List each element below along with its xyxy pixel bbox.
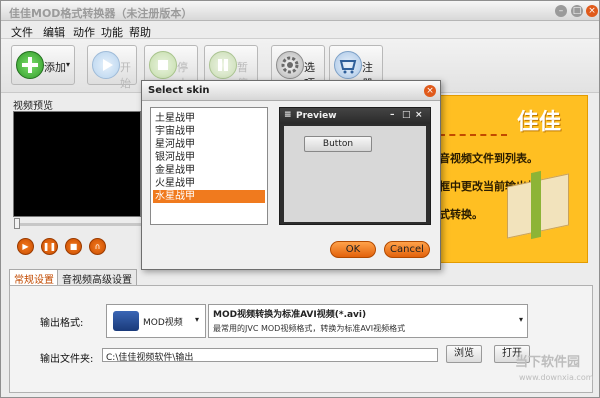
output-folder-input[interactable]: C:\佳佳视频软件\输出 bbox=[102, 348, 438, 363]
ad-line-3: 式转换。 bbox=[439, 208, 483, 221]
chevron-down-icon: ▾ bbox=[519, 315, 524, 324]
headphones-icon: ∩ bbox=[94, 242, 101, 251]
menu-edit[interactable]: 编辑 bbox=[43, 24, 65, 40]
output-folder-label: 输出文件夹: bbox=[40, 354, 94, 365]
skin-item-selected[interactable]: 水星战甲 bbox=[153, 190, 265, 203]
add-label: 添加 bbox=[44, 61, 66, 74]
start-button[interactable]: 开始 bbox=[87, 45, 137, 90]
video-preview-label: 视频预览 bbox=[13, 101, 53, 112]
menu-icon: ≡ bbox=[284, 110, 292, 120]
maximize-button[interactable]: □ bbox=[571, 5, 583, 17]
chevron-down-icon[interactable]: ▾ bbox=[66, 60, 70, 69]
play-button[interactable]: ▶ bbox=[17, 238, 34, 255]
stop-icon: ■ bbox=[69, 242, 78, 251]
tab-advanced[interactable]: 音视频高级设置 bbox=[57, 269, 137, 286]
dialog-title-bar: Select skin × bbox=[142, 81, 440, 101]
preview-title: Preview bbox=[296, 111, 337, 121]
video-preview bbox=[13, 111, 141, 217]
stop-playback-button[interactable]: ■ bbox=[65, 238, 82, 255]
format-desc-text: 最常用的JVC MOD视频格式，转换为标准AVI视频格式 bbox=[213, 324, 406, 333]
add-button[interactable]: 添加 ▾ bbox=[11, 45, 75, 85]
play-icon: ▶ bbox=[22, 242, 29, 251]
skin-item[interactable]: 土星战甲 bbox=[153, 112, 265, 125]
menu-action[interactable]: 动作 bbox=[73, 24, 95, 40]
ad-divider bbox=[439, 134, 507, 136]
dialog-title: Select skin bbox=[148, 85, 210, 96]
watermark-en: www.downxia.com bbox=[519, 373, 594, 382]
watermark: 当下软件园 www.downxia.com bbox=[495, 351, 595, 391]
minimize-icon: – bbox=[390, 110, 395, 120]
cancel-button[interactable]: Cancel bbox=[384, 241, 430, 258]
skin-item[interactable]: 金星战甲 bbox=[153, 164, 265, 177]
stop-icon bbox=[149, 51, 177, 79]
headphones-button[interactable]: ∩ bbox=[89, 238, 106, 255]
pause-button[interactable]: 暂停 bbox=[204, 45, 258, 90]
box-band bbox=[531, 170, 541, 240]
format-title: MOD视频转换为标准AVI视频(*.avi) bbox=[213, 310, 367, 320]
seek-slider[interactable] bbox=[15, 223, 141, 226]
close-button[interactable]: × bbox=[586, 5, 598, 17]
ad-panel: 佳佳 音视频文件到列表。 框中更改当前输出格式。 式转换。 bbox=[428, 95, 588, 263]
ad-line-1: 音视频文件到列表。 bbox=[439, 152, 538, 165]
menu-bar: 文件 编辑 动作 功能 帮助 bbox=[1, 21, 599, 39]
pause-icon bbox=[209, 51, 237, 79]
format-description[interactable]: MOD视频转换为标准AVI视频(*.avi) 最常用的JVC MOD视频格式，转… bbox=[208, 304, 528, 338]
preview-body: Button bbox=[284, 126, 426, 222]
skin-item[interactable]: 银河战甲 bbox=[153, 151, 265, 164]
format-selector[interactable]: MOD视频 ▾ bbox=[106, 304, 206, 338]
skin-list[interactable]: 土星战甲 宇宙战甲 星河战甲 银河战甲 金星战甲 火星战甲 水星战甲 bbox=[150, 107, 268, 225]
register-button[interactable]: 注册 bbox=[329, 45, 383, 90]
browse-button[interactable]: 浏览 bbox=[446, 345, 482, 363]
seek-slider-handle[interactable] bbox=[14, 218, 20, 229]
menu-file[interactable]: 文件 bbox=[11, 24, 33, 40]
skin-item[interactable]: 火星战甲 bbox=[153, 177, 265, 190]
cart-icon bbox=[334, 51, 362, 79]
skin-item[interactable]: 宇宙战甲 bbox=[153, 125, 265, 138]
format-name: MOD视频 bbox=[143, 318, 183, 328]
preview-sample-button: Button bbox=[304, 136, 372, 152]
window-title: 佳佳MOD格式转换器（未注册版本） bbox=[9, 7, 193, 20]
options-button[interactable]: 选项 bbox=[271, 45, 325, 90]
dialog-close-button[interactable]: × bbox=[424, 85, 436, 97]
start-label: 开始 bbox=[120, 61, 131, 90]
watermark-cn: 当下软件园 bbox=[515, 355, 581, 370]
tab-general[interactable]: 常规设置 bbox=[9, 269, 59, 286]
ad-brand: 佳佳 bbox=[517, 110, 562, 135]
camcorder-icon bbox=[113, 311, 139, 331]
close-icon: × bbox=[415, 110, 423, 120]
skin-preview: ≡ Preview – □ × Button bbox=[279, 107, 431, 225]
maximize-icon: □ bbox=[402, 110, 411, 120]
skin-item[interactable]: 星河战甲 bbox=[153, 138, 265, 151]
output-format-label: 输出格式: bbox=[40, 318, 84, 329]
stop-button[interactable]: 停止 bbox=[144, 45, 198, 90]
preview-title-bar: ≡ Preview – □ × bbox=[280, 108, 430, 124]
minimize-button[interactable]: – bbox=[555, 5, 567, 17]
title-bar: 佳佳MOD格式转换器（未注册版本） – □ × bbox=[1, 1, 599, 21]
ok-button[interactable]: OK bbox=[330, 241, 376, 258]
add-icon bbox=[16, 51, 44, 79]
pause-icon: ❚❚ bbox=[42, 242, 57, 251]
play-icon bbox=[92, 51, 120, 79]
chevron-down-icon: ▾ bbox=[195, 315, 200, 324]
pause-playback-button[interactable]: ❚❚ bbox=[41, 238, 58, 255]
gear-icon bbox=[276, 51, 304, 79]
menu-function[interactable]: 功能 bbox=[101, 24, 123, 40]
select-skin-dialog: Select skin × 土星战甲 宇宙战甲 星河战甲 银河战甲 金星战甲 火… bbox=[141, 80, 441, 270]
menu-help[interactable]: 帮助 bbox=[129, 24, 151, 40]
